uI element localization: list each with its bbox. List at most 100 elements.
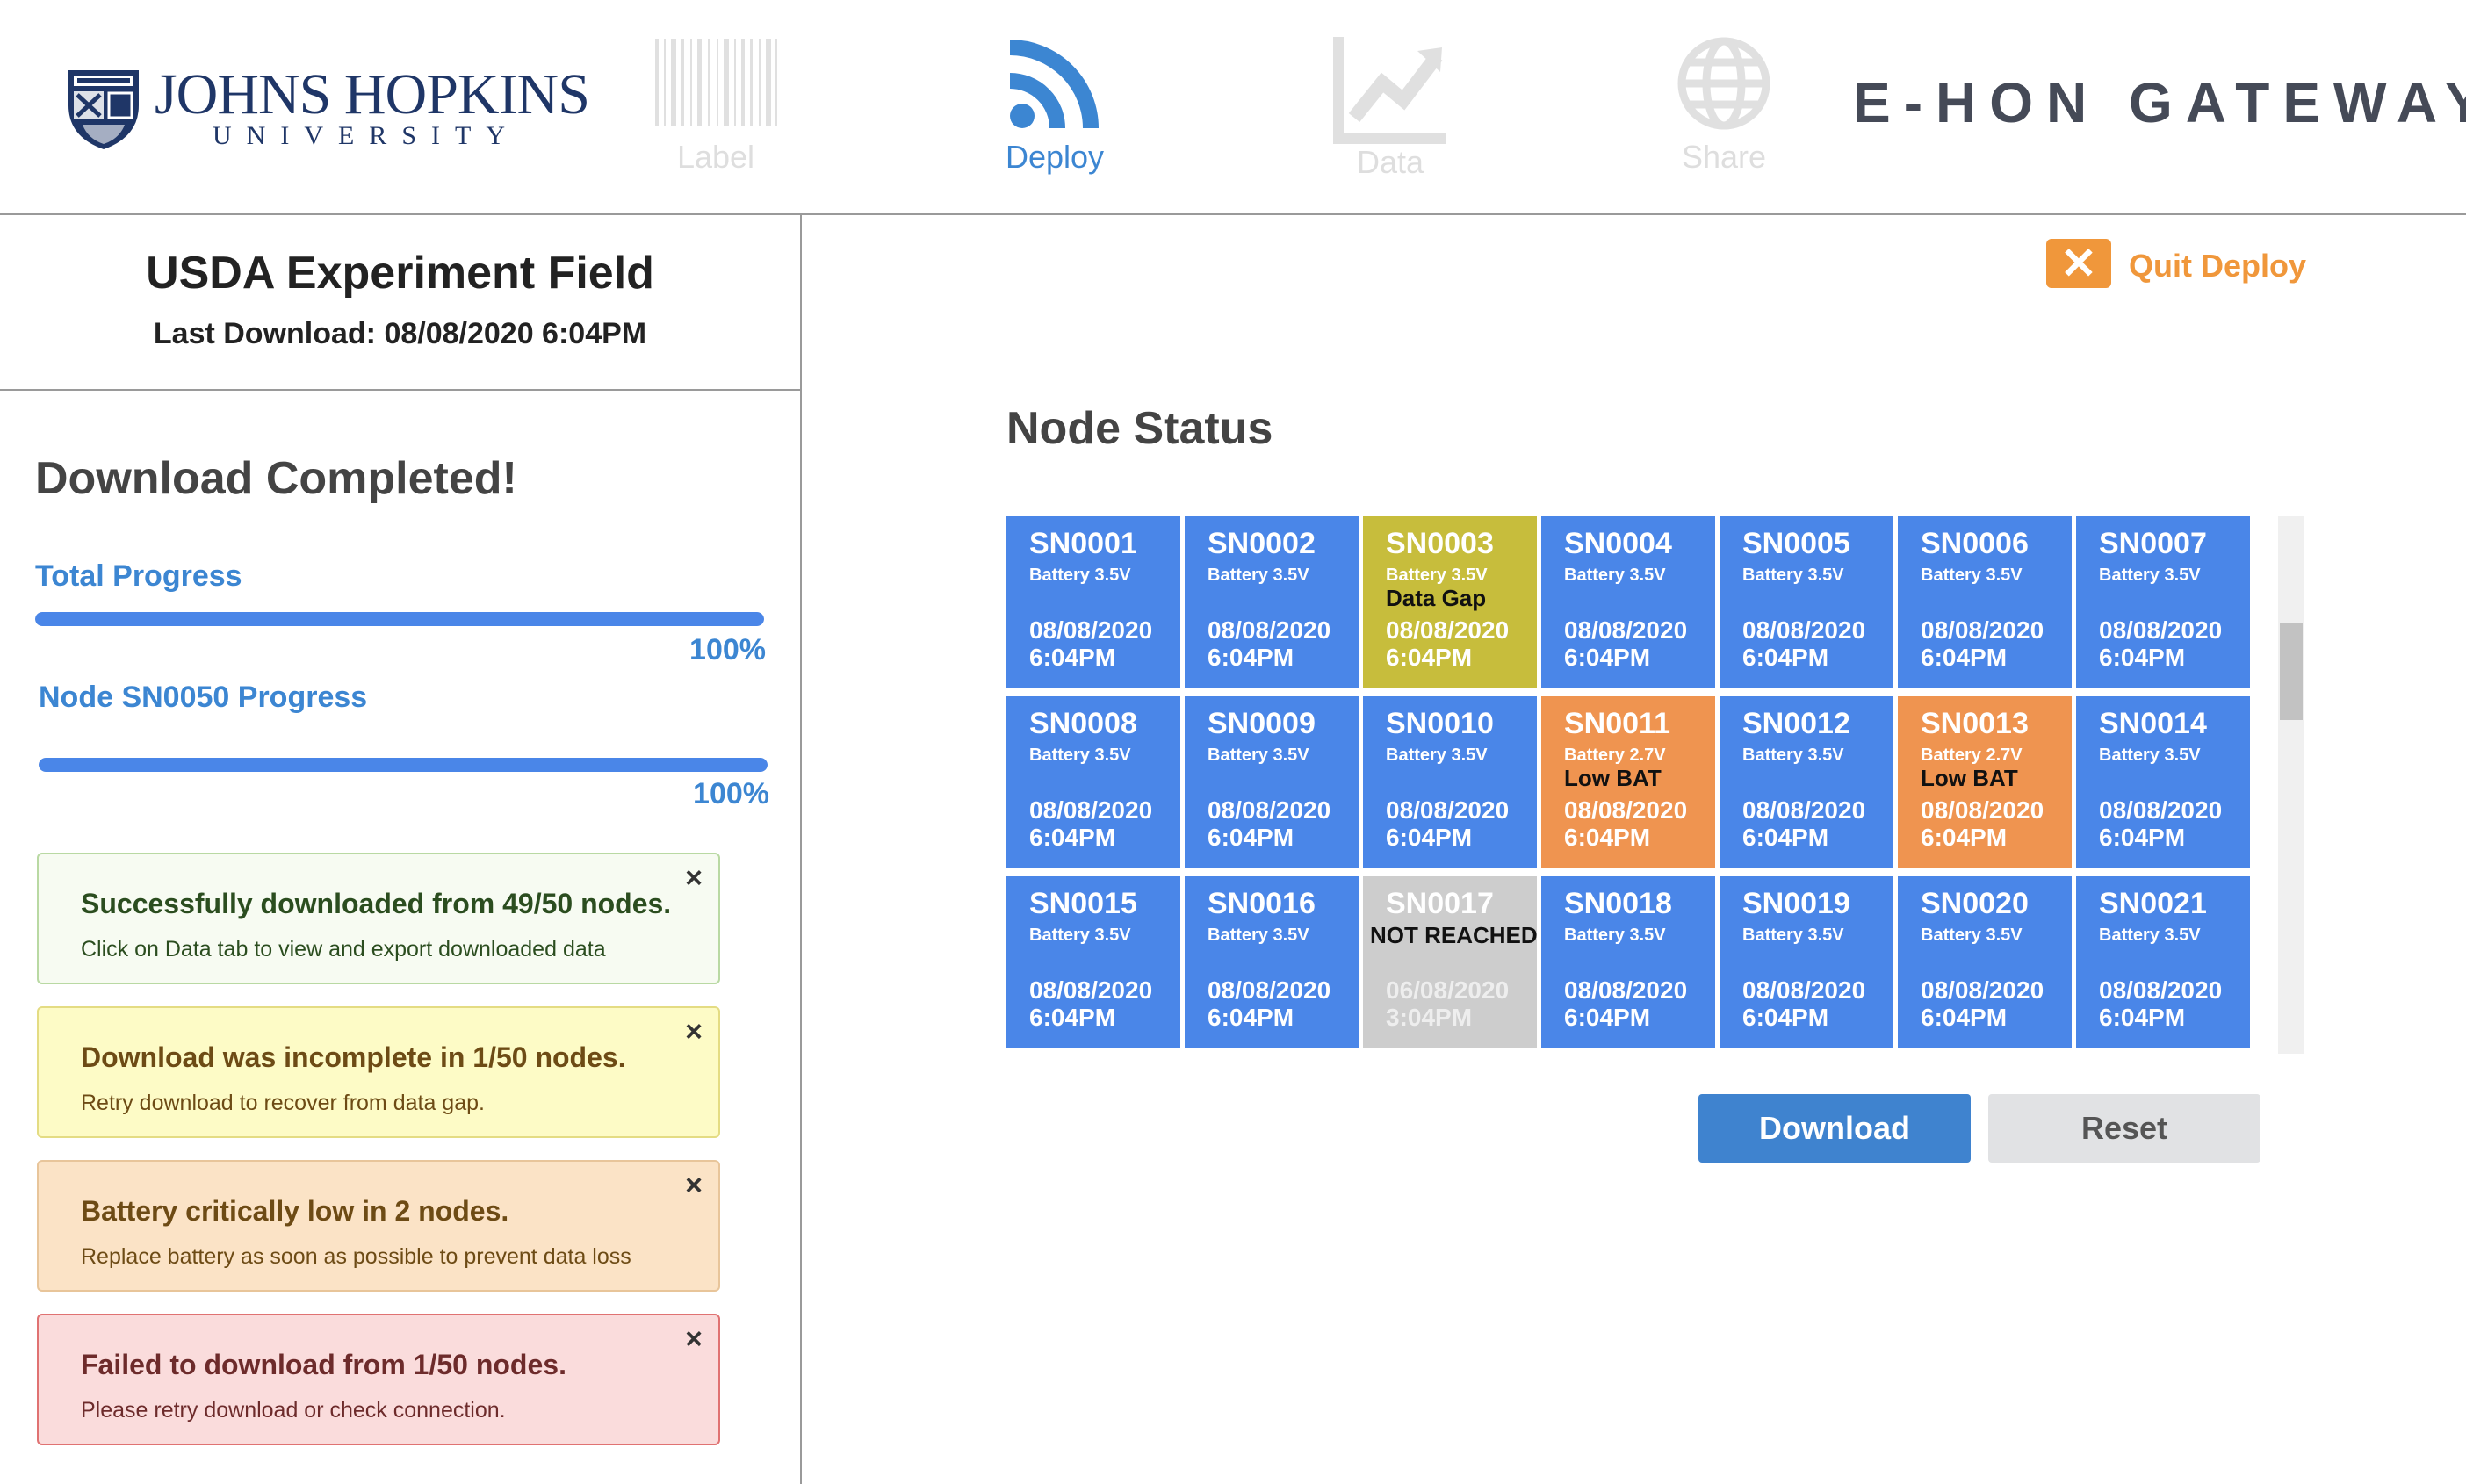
node-tile-sn0011[interactable]: SN0011 Battery 2.7V Low BAT 08/08/2020 6:04P… xyxy=(1541,696,1715,868)
chart-icon xyxy=(1333,37,1446,144)
node-date: 08/08/2020 xyxy=(1029,796,1153,824)
node-battery: Battery 3.5V xyxy=(2099,926,2201,945)
download-button[interactable]: Download xyxy=(1698,1094,1971,1163)
close-icon[interactable]: × xyxy=(685,1169,703,1203)
node-tile-sn0015[interactable]: SN0015 Battery 3.5V 08/08/2020 6:04PM xyxy=(1006,876,1180,1048)
node-tile-sn0003[interactable]: SN0003 Battery 3.5V Data Gap 08/08/2020 6:04… xyxy=(1363,516,1537,688)
node-time: 6:04PM xyxy=(1742,644,1829,671)
node-tile-sn0009[interactable]: SN0009 Battery 3.5V 08/08/2020 6:04PM xyxy=(1185,696,1359,868)
node-grid-scrollbar[interactable] xyxy=(2278,516,2304,1054)
total-progress-label: Total Progress xyxy=(35,559,242,593)
nav-tab-data[interactable]: Data xyxy=(1307,35,1474,184)
node-tile-sn0021[interactable]: SN0021 Battery 3.5V 08/08/2020 6:04PM xyxy=(2076,876,2250,1048)
node-date: 08/08/2020 xyxy=(2099,616,2223,644)
node-tile-sn0014[interactable]: SN0014 Battery 3.5V 08/08/2020 6:04PM xyxy=(2076,696,2250,868)
node-tile-sn0005[interactable]: SN0005 Battery 3.5V 08/08/2020 6:04PM xyxy=(1720,516,1893,688)
close-icon[interactable]: × xyxy=(685,1322,703,1357)
node-time: 6:04PM xyxy=(1029,644,1116,671)
quit-deploy-label: Quit Deploy xyxy=(2129,248,2307,284)
alert-title: Failed to download from 1/50 nodes. xyxy=(81,1349,566,1380)
node-time: 6:04PM xyxy=(1742,1004,1829,1031)
node-id: SN0005 xyxy=(1742,527,1850,560)
node-id: SN0008 xyxy=(1029,707,1137,740)
node-battery: Battery 3.5V xyxy=(1208,566,1309,585)
node-tile-sn0016[interactable]: SN0016 Battery 3.5V 08/08/2020 6:04PM xyxy=(1185,876,1359,1048)
node-id: SN0009 xyxy=(1208,707,1316,740)
node-progress-percent: 100% xyxy=(693,777,769,810)
node-battery: Battery 3.5V xyxy=(1921,926,2023,945)
node-tile-sn0006[interactable]: SN0006 Battery 3.5V 08/08/2020 6:04PM xyxy=(1898,516,2072,688)
node-id: SN0004 xyxy=(1564,527,1672,560)
node-id: SN0017 xyxy=(1386,887,1494,920)
node-time: 6:04PM xyxy=(1029,824,1116,851)
node-date: 08/08/2020 xyxy=(1208,976,1331,1004)
node-tile-sn0019[interactable]: SN0019 Battery 3.5V 08/08/2020 6:04PM xyxy=(1720,876,1893,1048)
node-id: SN0002 xyxy=(1208,527,1316,560)
alert-data-gap: Download was incomplete in 1/50 nodes. R… xyxy=(37,1006,720,1138)
scrollbar-thumb[interactable] xyxy=(2280,623,2303,720)
node-time: 6:04PM xyxy=(1564,644,1651,671)
field-header: USDA Experiment Field Last Download: 08/… xyxy=(0,215,800,391)
alert-body: Please retry download or check connectio… xyxy=(81,1398,506,1423)
node-battery: Battery 3.5V xyxy=(1921,566,2023,585)
node-id: SN0019 xyxy=(1742,887,1850,920)
node-date: 08/08/2020 xyxy=(1742,796,1866,824)
node-flag: Low BAT xyxy=(1564,765,1662,791)
node-progress-bar xyxy=(39,758,768,772)
alert-low-battery: Battery critically low in 2 nodes. Repla… xyxy=(37,1160,720,1292)
nav-tab-share[interactable]: Share xyxy=(1640,35,1807,184)
node-tile-sn0017[interactable]: SN0017 NOT REACHED 06/08/2020 3:04PM xyxy=(1363,876,1537,1048)
wifi-signal-icon xyxy=(1009,40,1099,129)
alert-body: Replace battery as soon as possible to p… xyxy=(81,1244,631,1269)
node-time: 6:04PM xyxy=(2099,1004,2186,1031)
node-date: 08/08/2020 xyxy=(1742,976,1866,1004)
node-battery: Battery 3.5V xyxy=(2099,746,2201,765)
node-tile-sn0012[interactable]: SN0012 Battery 3.5V 08/08/2020 6:04PM xyxy=(1720,696,1893,868)
node-tile-sn0018[interactable]: SN0018 Battery 3.5V 08/08/2020 6:04PM xyxy=(1541,876,1715,1048)
node-id: SN0006 xyxy=(1921,527,2029,560)
node-battery: Battery 3.5V xyxy=(1029,746,1131,765)
close-icon[interactable]: × xyxy=(685,861,703,896)
node-id: SN0012 xyxy=(1742,707,1850,740)
node-id: SN0007 xyxy=(2099,527,2207,560)
node-date: 08/08/2020 xyxy=(1208,616,1331,644)
node-tile-sn0007[interactable]: SN0007 Battery 3.5V 08/08/2020 6:04PM xyxy=(2076,516,2250,688)
node-battery: Battery 2.7V xyxy=(1921,746,2023,765)
reset-button[interactable]: Reset xyxy=(1988,1094,2260,1163)
alert-title: Download was incomplete in 1/50 nodes. xyxy=(81,1041,626,1073)
node-tile-sn0002[interactable]: SN0002 Battery 3.5V 08/08/2020 6:04PM xyxy=(1185,516,1359,688)
node-time: 6:04PM xyxy=(1208,824,1294,851)
node-date: 08/08/2020 xyxy=(1564,796,1688,824)
logo-sub: UNIVERSITY xyxy=(213,121,520,150)
node-id: SN0020 xyxy=(1921,887,2029,920)
nav-tab-label[interactable]: Label xyxy=(632,35,799,184)
globe-icon xyxy=(1677,37,1770,130)
node-flag: Low BAT xyxy=(1921,765,2018,791)
node-tile-sn0013[interactable]: SN0013 Battery 2.7V Low BAT 08/08/2020 6:04P… xyxy=(1898,696,2072,868)
node-time: 6:04PM xyxy=(1921,644,2008,671)
last-download: Last Download: 08/08/2020 6:04PM xyxy=(153,317,647,350)
node-tile-sn0001[interactable]: SN0001 Battery 3.5V 08/08/2020 6:04PM xyxy=(1006,516,1180,688)
node-tile-sn0008[interactable]: SN0008 Battery 3.5V 08/08/2020 6:04PM xyxy=(1006,696,1180,868)
node-id: SN0001 xyxy=(1029,527,1137,560)
node-date: 06/08/2020 xyxy=(1386,976,1510,1004)
node-id: SN0013 xyxy=(1921,707,2029,740)
field-title: USDA Experiment Field xyxy=(146,248,654,299)
barcode-icon xyxy=(655,39,777,126)
node-battery: Battery 3.5V xyxy=(2099,566,2201,585)
node-time: 6:04PM xyxy=(1386,644,1473,671)
alert-body: Retry download to recover from data gap. xyxy=(81,1091,485,1115)
node-time: 6:04PM xyxy=(1921,824,2008,851)
nav-tab-deploy[interactable]: Deploy xyxy=(971,35,1138,184)
node-date: 08/08/2020 xyxy=(1742,616,1866,644)
node-id: SN0016 xyxy=(1208,887,1316,920)
node-tile-sn0010[interactable]: SN0010 Battery 3.5V 08/08/2020 6:04PM xyxy=(1363,696,1537,868)
node-tile-sn0020[interactable]: SN0020 Battery 3.5V 08/08/2020 6:04PM xyxy=(1898,876,2072,1048)
close-icon[interactable]: × xyxy=(685,1015,703,1049)
node-battery: Battery 3.5V xyxy=(1029,926,1131,945)
node-time: 6:04PM xyxy=(1564,824,1651,851)
node-date: 08/08/2020 xyxy=(1564,976,1688,1004)
node-battery: Battery 3.5V xyxy=(1386,746,1488,765)
node-tile-sn0004[interactable]: SN0004 Battery 3.5V 08/08/2020 6:04PM xyxy=(1541,516,1715,688)
total-progress-bar xyxy=(35,612,764,626)
